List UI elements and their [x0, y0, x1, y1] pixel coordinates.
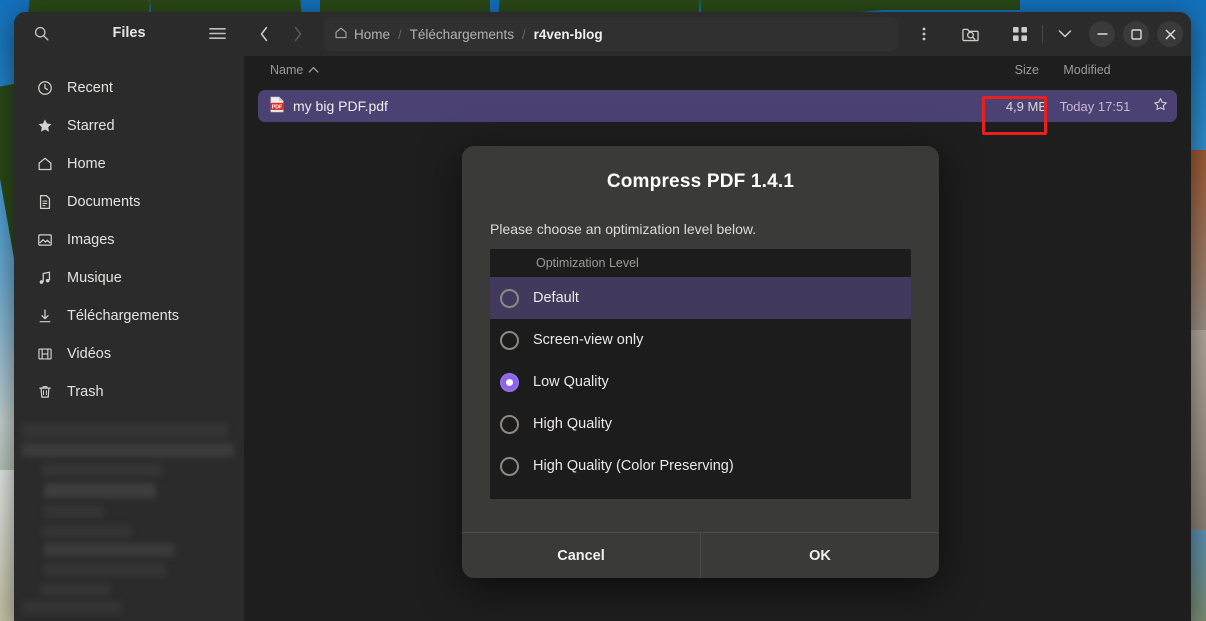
star-outline-icon[interactable]: [1143, 97, 1177, 115]
sidebar: Files Recent Starred Home Documents Imag…: [14, 12, 244, 621]
sidebar-places-list: Recent Starred Home Documents Images Mus…: [14, 55, 244, 411]
sidebar-item-label: Recent: [67, 79, 113, 96]
app-title: Files: [112, 25, 146, 42]
sidebar-item-documents[interactable]: Documents: [22, 183, 236, 221]
dialog-title: Compress PDF 1.4.1: [606, 171, 795, 192]
radio-button-high-quality[interactable]: [500, 414, 519, 434]
toolbar: Home / Téléchargements / r4ven-blog: [244, 12, 1191, 56]
image-icon: [36, 231, 54, 249]
sidebar-item-label: Starred: [67, 117, 115, 134]
trash-icon: [36, 383, 54, 401]
palm-frond: [880, 0, 1020, 10]
file-list: PDF my big PDF.pdf 4,9 MB Today 17:51: [244, 84, 1191, 122]
grid-view-icon[interactable]: [1004, 18, 1036, 50]
option-label: Default: [533, 290, 579, 306]
file-modified-cell: Today 17:51: [1059, 98, 1131, 114]
close-button[interactable]: [1157, 21, 1183, 47]
breadcrumb: Home / Téléchargements / r4ven-blog: [324, 17, 898, 51]
folder-search-icon[interactable]: [954, 18, 986, 50]
dialog-subtitle: Please choose an optimization level belo…: [490, 221, 757, 237]
sidebar-item-telechargements[interactable]: Téléchargements: [22, 297, 236, 335]
home-icon: [334, 26, 348, 43]
option-row-low-quality[interactable]: Low Quality: [490, 361, 911, 403]
breadcrumb-item-telechargements[interactable]: Téléchargements: [410, 27, 514, 42]
option-row-default[interactable]: Default: [490, 277, 911, 319]
redacted-sidebar-region: [14, 415, 244, 613]
option-label: High Quality: [533, 416, 612, 432]
sidebar-item-videos[interactable]: Vidéos: [22, 335, 236, 373]
breadcrumb-label: Téléchargements: [409, 26, 514, 42]
kebab-menu-icon[interactable]: [908, 18, 940, 50]
breadcrumb-label: r4ven-blog: [533, 26, 603, 42]
search-icon[interactable]: [26, 18, 56, 48]
column-header-name[interactable]: Name: [258, 63, 965, 77]
sidebar-item-label: Vidéos: [67, 345, 112, 362]
forward-button[interactable]: [282, 18, 314, 50]
chevron-down-icon[interactable]: [1049, 18, 1081, 50]
sort-ascending-icon: [308, 63, 319, 77]
breadcrumb-item-current[interactable]: r4ven-blog: [534, 27, 603, 42]
home-icon: [36, 155, 54, 173]
pdf-file-icon: PDF: [270, 96, 284, 116]
sidebar-header: Files: [14, 12, 244, 55]
dialog-action-bar: Cancel OK: [462, 532, 939, 578]
toolbar-divider: [1042, 25, 1043, 43]
radio-button-high-quality-color-preserving[interactable]: [500, 456, 519, 476]
wallpaper-rock: [0, 470, 14, 621]
file-name-label: my big PDF.pdf: [293, 98, 388, 114]
star-icon: [36, 117, 54, 135]
breadcrumb-separator: /: [521, 26, 526, 42]
sidebar-item-starred[interactable]: Starred: [22, 107, 236, 145]
file-row[interactable]: PDF my big PDF.pdf 4,9 MB Today 17:51: [258, 90, 1177, 122]
option-row-high-quality[interactable]: High Quality: [490, 403, 911, 445]
ok-button[interactable]: OK: [700, 533, 939, 578]
minimize-button[interactable]: [1089, 21, 1115, 47]
music-note-icon: [36, 269, 54, 287]
sidebar-item-images[interactable]: Images: [22, 221, 236, 259]
sidebar-item-home[interactable]: Home: [22, 145, 236, 183]
optimization-table-bottom-pad: [490, 487, 911, 499]
breadcrumb-label: Home: [354, 26, 391, 42]
column-header-size[interactable]: Size: [965, 63, 1039, 77]
sidebar-truncated-item: [14, 608, 244, 621]
option-row-screen-view-only[interactable]: Screen-view only: [490, 319, 911, 361]
sidebar-item-recent[interactable]: Recent: [22, 69, 236, 107]
sidebar-item-label: Images: [67, 231, 115, 248]
breadcrumb-item-home[interactable]: Home: [334, 26, 390, 43]
hamburger-menu-icon[interactable]: [202, 18, 232, 48]
option-label: Low Quality: [533, 374, 609, 390]
column-header-name-label: Name: [270, 63, 304, 77]
film-icon: [36, 345, 54, 363]
radio-button-default[interactable]: [500, 288, 519, 308]
radio-button-low-quality[interactable]: [500, 372, 519, 392]
file-name-cell: PDF my big PDF.pdf: [270, 96, 973, 116]
sidebar-item-trash[interactable]: Trash: [22, 373, 236, 411]
breadcrumb-separator: /: [398, 26, 402, 42]
back-button[interactable]: [248, 18, 280, 50]
file-size-cell: 4,9 MB: [1005, 98, 1047, 114]
svg-text:PDF: PDF: [272, 105, 282, 111]
option-row-high-quality-color-preserving[interactable]: High Quality (Color Preserving): [490, 445, 911, 487]
optimization-level-table: Optimization Level Default Screen-view o…: [490, 249, 911, 499]
sidebar-item-label: Musique: [67, 269, 122, 286]
radio-button-screen-view-only[interactable]: [500, 330, 519, 350]
option-label: Screen-view only: [533, 332, 644, 348]
download-arrow-icon: [36, 307, 54, 325]
option-label: High Quality (Color Preserving): [533, 458, 734, 474]
file-list-column-headers: Name Size Modified: [244, 56, 1191, 84]
maximize-button[interactable]: [1123, 21, 1149, 47]
column-header-modified[interactable]: Modified: [1039, 63, 1135, 77]
sidebar-item-musique[interactable]: Musique: [22, 259, 236, 297]
cancel-button[interactable]: Cancel: [462, 533, 700, 578]
compress-pdf-dialog: Compress PDF 1.4.1 Please choose an opti…: [462, 146, 939, 578]
sidebar-item-label: Trash: [67, 383, 104, 400]
sidebar-item-label: Home: [67, 155, 106, 172]
document-icon: [36, 193, 54, 211]
clock-icon: [36, 79, 54, 97]
sidebar-item-label: Téléchargements: [67, 307, 180, 324]
optimization-level-table-header: Optimization Level: [490, 249, 911, 277]
sidebar-item-label: Documents: [67, 193, 141, 210]
